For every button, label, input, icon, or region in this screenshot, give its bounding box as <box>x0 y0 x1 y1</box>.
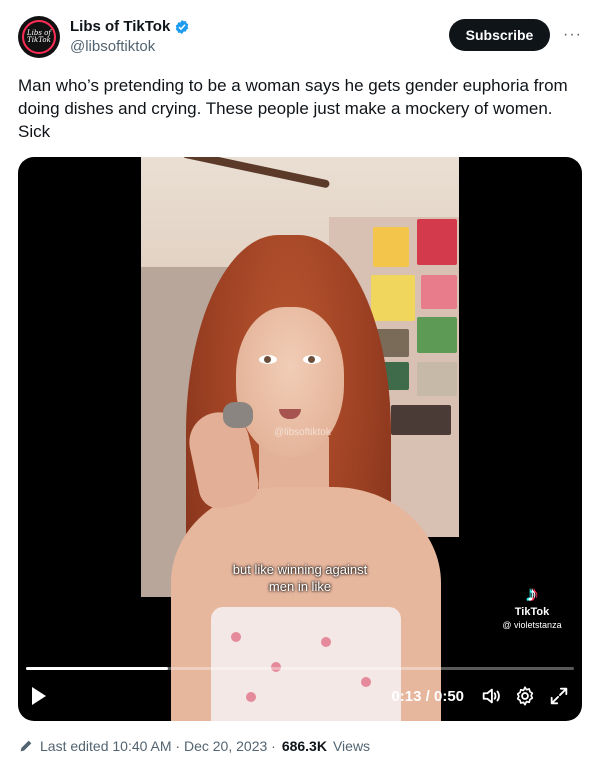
tweet-footer: Last edited 10:40 AM · Dec 20, 2023 · 68… <box>18 738 370 754</box>
video-progress-fill <box>26 667 169 670</box>
tiktok-user: @ violetstanza <box>502 620 562 630</box>
views-label: Views <box>332 738 371 754</box>
wall-poster <box>417 362 457 396</box>
avatar-logo-text: Libs of TikTok <box>27 29 51 44</box>
fabric-flower <box>321 637 331 647</box>
author-handle[interactable]: @libsoftiktok <box>70 38 190 55</box>
person-eye <box>303 355 321 364</box>
volume-icon[interactable] <box>480 685 502 707</box>
video-caption-line1: but like winning against <box>232 562 368 577</box>
tiktok-logo-icon: ♪ <box>526 581 538 606</box>
video-player[interactable]: @libsoftiktok but like winning against m… <box>18 157 582 721</box>
display-name[interactable]: Libs of TikTok <box>70 18 170 35</box>
play-icon[interactable] <box>32 687 46 705</box>
fabric-flower <box>231 632 241 642</box>
makeup-sponge <box>223 402 253 428</box>
tiktok-watermark: ♪ TikTok @ violetstanza <box>492 581 572 631</box>
avatar[interactable]: Libs of TikTok <box>18 16 60 58</box>
author-block: Libs of TikTok @libsoftiktok <box>70 18 190 55</box>
video-controls: 0:13 / 0:50 <box>18 681 582 713</box>
settings-icon[interactable] <box>514 685 536 707</box>
video-time: 0:13 / 0:50 <box>391 688 464 705</box>
video-progress-bar[interactable] <box>26 667 574 670</box>
edited-timestamp[interactable]: Last edited 10:40 AM · Dec 20, 2023 · <box>40 738 276 754</box>
video-frame: @libsoftiktok <box>141 157 459 721</box>
pencil-icon <box>20 740 32 752</box>
tweet-header: Libs of TikTok Libs of TikTok @libsoftik… <box>18 16 582 60</box>
wall-poster <box>417 317 457 353</box>
tiktok-label: TikTok <box>514 606 550 618</box>
subscribe-button[interactable]: Subscribe <box>449 19 550 51</box>
wall-poster <box>391 405 451 435</box>
verified-badge-icon <box>176 19 189 34</box>
video-watermark: @libsoftiktok <box>274 427 331 438</box>
display-name-row: Libs of TikTok <box>70 18 190 35</box>
wall-poster <box>373 227 409 267</box>
wall-poster <box>417 219 457 265</box>
person-eye <box>259 355 277 364</box>
fullscreen-icon[interactable] <box>548 685 570 707</box>
views-count: 686.3K <box>281 738 327 754</box>
wall-poster <box>371 275 415 321</box>
more-options-icon[interactable]: ··· <box>563 26 582 44</box>
avatar-logo: Libs of TikTok <box>22 20 56 54</box>
wall-poster <box>421 275 457 309</box>
tweet-text: Man who’s pretending to be a woman says … <box>18 76 568 141</box>
